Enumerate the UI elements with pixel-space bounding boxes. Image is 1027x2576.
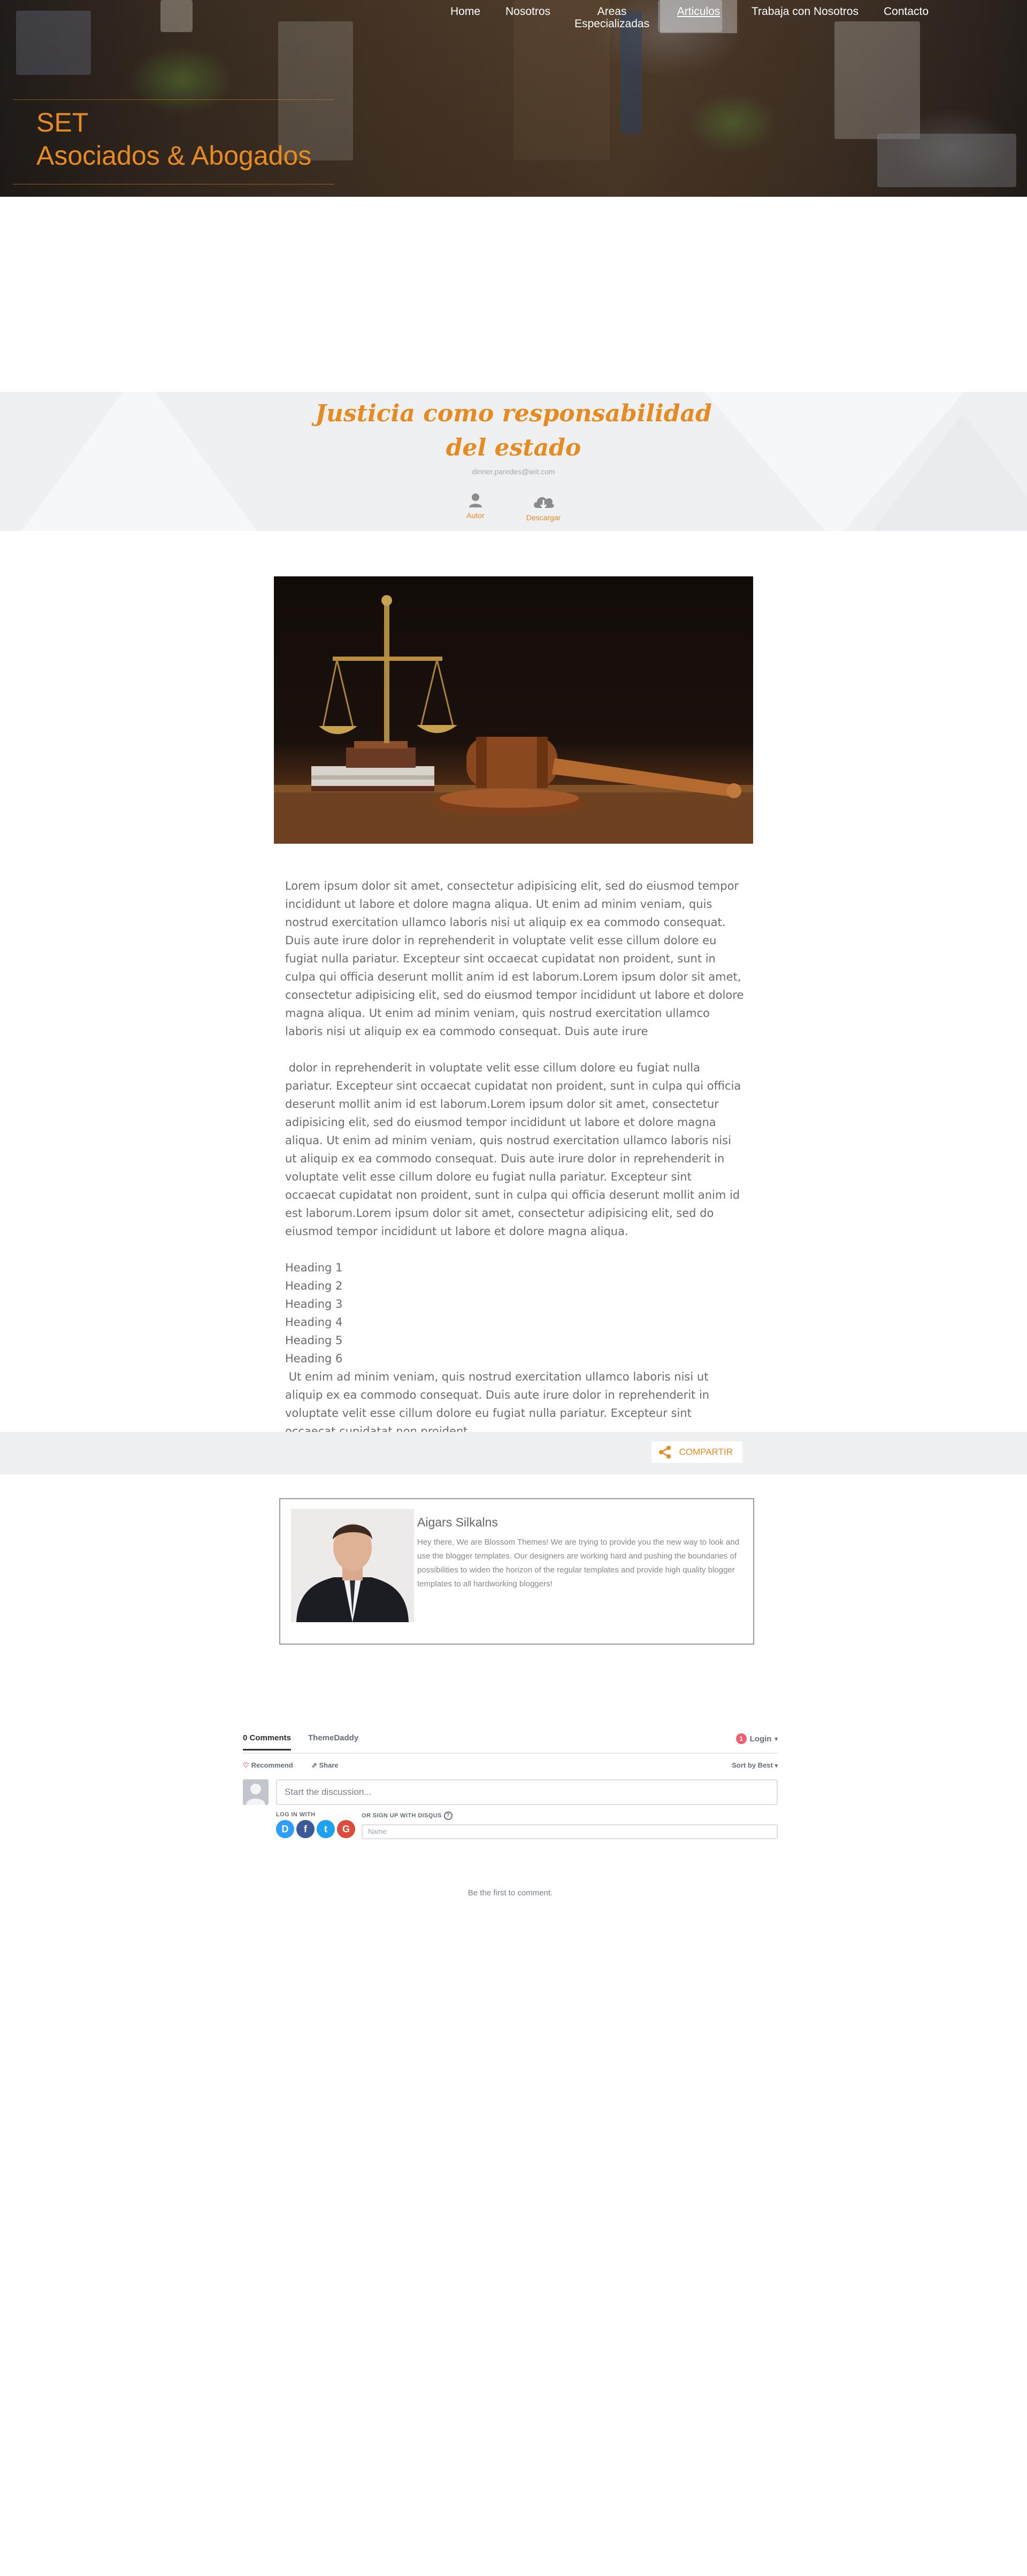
social-login-buttons: D f t G bbox=[276, 1820, 355, 1838]
tab-community[interactable]: ThemeDaddy bbox=[308, 1733, 358, 1742]
author-bio: Hey there, We are Blossom Themes! We are… bbox=[417, 1538, 739, 1588]
sort-dropdown[interactable]: Sort by Best ▾ bbox=[732, 1761, 778, 1769]
nav-areas-line-2: Especializadas bbox=[574, 18, 650, 30]
nav-areas[interactable]: Areas Especializadas bbox=[564, 0, 660, 33]
login-dropdown[interactable]: 1 Login ▾ bbox=[735, 1733, 778, 1744]
heart-icon: ♡ bbox=[243, 1761, 249, 1769]
author-button[interactable]: Autor bbox=[449, 493, 502, 520]
share-button[interactable]: COMPARTIR bbox=[651, 1441, 742, 1463]
empty-comments-message: Be the first to comment. bbox=[467, 1888, 553, 1898]
sort-label: Sort by Best bbox=[732, 1761, 773, 1769]
google-login-icon[interactable]: G bbox=[337, 1820, 355, 1838]
nav-areas-line-1: Areas bbox=[597, 5, 627, 18]
article-paragraph-3: Ut enim ad minim veniam, quis nostrud ex… bbox=[285, 1370, 713, 1438]
author-box: Aigars Silkalns Hey there, We are Blosso… bbox=[279, 1498, 754, 1645]
login-with-label: LOG IN WITH bbox=[276, 1811, 316, 1818]
article-heading-2: Heading 2 bbox=[285, 1279, 343, 1292]
chevron-down-icon: ▾ bbox=[775, 1736, 778, 1742]
share-box-icon: ⇗ bbox=[311, 1761, 319, 1769]
nav-articles[interactable]: Articulos bbox=[660, 0, 737, 33]
nav-about[interactable]: Nosotros bbox=[492, 0, 564, 33]
tab-comments-count[interactable]: 0 Comments bbox=[243, 1733, 292, 1750]
facebook-login-icon[interactable]: f bbox=[296, 1820, 315, 1838]
main-nav: Home Nosotros Areas Especializadas Artic… bbox=[439, 0, 934, 33]
signup-label: OR SIGN UP WITH DISQUS? bbox=[362, 1811, 453, 1820]
download-button-label: Descargar bbox=[526, 513, 561, 522]
help-icon[interactable]: ? bbox=[443, 1811, 453, 1820]
share-bar: COMPARTIR bbox=[0, 1432, 1027, 1475]
twitter-login-icon[interactable]: t bbox=[317, 1820, 335, 1838]
article-heading-3: Heading 3 bbox=[285, 1298, 343, 1310]
article-heading-4: Heading 4 bbox=[285, 1316, 343, 1329]
disqus-login-icon[interactable]: D bbox=[276, 1820, 294, 1838]
post-title: Justicia como responsabilidad del estado bbox=[0, 397, 1027, 465]
author-button-label: Autor bbox=[466, 511, 485, 520]
share-thread-button[interactable]: ⇗ Share bbox=[311, 1761, 339, 1770]
site-brand[interactable]: SET Asociados & Abogados bbox=[36, 106, 311, 172]
article-heading-5: Heading 5 bbox=[285, 1334, 343, 1347]
share-thread-label: Share bbox=[319, 1761, 339, 1769]
post-email[interactable]: dinner.paredes@ieit.com bbox=[0, 467, 1027, 476]
author-name[interactable]: Aigars Silkalns bbox=[417, 1515, 498, 1530]
comments-tabs: 0 Comments ThemeDaddy 1 Login ▾ bbox=[243, 1733, 778, 1754]
share-icon bbox=[658, 1446, 671, 1459]
scales-and-gavel-icon bbox=[274, 595, 753, 844]
share-button-label: COMPARTIR bbox=[679, 1447, 733, 1457]
brand-line-1: SET bbox=[36, 107, 89, 137]
article-body: Lorem ipsum dolor sit amet, consectetur … bbox=[285, 877, 745, 1440]
article-heading-6: Heading 6 bbox=[285, 1352, 343, 1365]
cloud-download-icon bbox=[534, 497, 554, 510]
comments-toolbar: ♡ Recommend ⇗ Share Sort by Best ▾ bbox=[243, 1754, 778, 1778]
author-photo bbox=[291, 1509, 414, 1622]
chevron-down-icon: ▾ bbox=[775, 1763, 778, 1769]
author-portrait-icon bbox=[291, 1509, 414, 1622]
article-paragraph-1: Lorem ipsum dolor sit amet, consectetur … bbox=[285, 880, 744, 1038]
download-button[interactable]: Descargar bbox=[517, 493, 570, 522]
post-title-line-1: Justicia como responsabilidad bbox=[315, 400, 712, 427]
login-label: Login bbox=[749, 1734, 772, 1744]
signup-label-text: OR SIGN UP WITH DISQUS bbox=[362, 1812, 442, 1819]
nav-careers[interactable]: Trabaja con Nosotros bbox=[737, 0, 873, 33]
user-icon bbox=[469, 493, 482, 507]
nav-contact[interactable]: Contacto bbox=[873, 0, 934, 33]
comments-section: 0 Comments ThemeDaddy 1 Login ▾ ♡ Recomme… bbox=[243, 1733, 778, 1898]
recommend-label: Recommend bbox=[251, 1761, 293, 1769]
comment-input[interactable]: Start the discussion... bbox=[276, 1779, 778, 1805]
post-featured-image bbox=[274, 576, 753, 844]
nav-home[interactable]: Home bbox=[439, 0, 492, 33]
notification-badge: 1 bbox=[735, 1733, 747, 1744]
hero-header: SET Asociados & Abogados Home Nosotros A… bbox=[0, 0, 1027, 197]
default-avatar-icon bbox=[246, 1784, 265, 1805]
brand-line-2: Asociados & Abogados bbox=[36, 141, 312, 171]
article-heading-1: Heading 1 bbox=[285, 1261, 343, 1274]
article-paragraph-2: dolor in reprehenderit in voluptate veli… bbox=[285, 1061, 745, 1238]
post-title-line-2: del estado bbox=[446, 434, 581, 461]
avatar bbox=[243, 1779, 269, 1805]
recommend-button[interactable]: ♡ Recommend bbox=[243, 1761, 293, 1770]
brand-rule-top bbox=[13, 99, 334, 100]
name-field[interactable]: Name bbox=[362, 1824, 778, 1839]
